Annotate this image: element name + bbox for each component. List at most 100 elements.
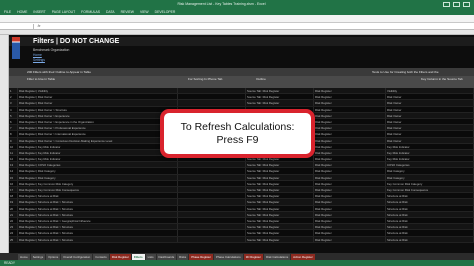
- ribbon-tab[interactable]: INSERT: [33, 10, 45, 14]
- table-cell[interactable]: Risk Register | COSO Categories: [18, 162, 178, 168]
- table-cell[interactable]: Structure at Risk: [386, 230, 474, 236]
- table-cell[interactable]: Risk Register: [314, 230, 386, 236]
- table-cell[interactable]: 16: [9, 180, 18, 186]
- sheet-tab[interactable]: Home: [18, 253, 30, 260]
- table-cell[interactable]: Source Tab: Risk Register: [246, 180, 314, 186]
- table-cell[interactable]: Source Tab: Risk Register: [246, 174, 314, 180]
- sheet-tab[interactable]: Settings: [30, 253, 46, 260]
- table-cell[interactable]: Risk Owner: [386, 118, 474, 125]
- table-cell[interactable]: Risk Register: [314, 112, 386, 118]
- table-cell[interactable]: Structure at Risk: [386, 199, 474, 205]
- table-cell[interactable]: Risk Register: [314, 118, 386, 125]
- sheet-tab[interactable]: Overall Configuration: [61, 253, 93, 260]
- table-cell[interactable]: 22: [9, 217, 18, 224]
- sheet-tab[interactable]: Risk Calculations: [264, 253, 291, 260]
- ribbon-tab[interactable]: REVIEW: [121, 10, 134, 14]
- table-cell[interactable]: 12: [9, 156, 18, 162]
- table-cell[interactable]: Risk Owner: [386, 137, 474, 143]
- table-cell[interactable]: [178, 211, 246, 217]
- table-cell[interactable]: Source Tab: Risk Register: [246, 236, 314, 242]
- table-cell[interactable]: [178, 236, 246, 242]
- table-cell[interactable]: Source Tab: Risk Register: [246, 162, 314, 168]
- table-cell[interactable]: 18: [9, 193, 18, 199]
- table-cell[interactable]: Risk Register | Structure at Risk: [18, 193, 178, 199]
- table-cell[interactable]: Structure at Risk: [386, 193, 474, 199]
- close-icon[interactable]: [463, 1, 470, 7]
- table-cell[interactable]: Source Tab: Risk Register: [246, 94, 314, 100]
- ribbon-tab[interactable]: VIEW: [140, 10, 149, 14]
- table-cell[interactable]: Source Tab: Risk Register: [246, 230, 314, 236]
- table-cell[interactable]: Risk Register: [314, 162, 386, 168]
- table-cell[interactable]: Risk Owner: [386, 112, 474, 118]
- sheet-tab[interactable]: Dashboards: [156, 253, 177, 260]
- table-cell[interactable]: Risk Register | Structure at Risk > Stru…: [18, 199, 178, 205]
- table-cell[interactable]: 15: [9, 174, 18, 180]
- table-cell[interactable]: Risk Register | Key Risk Indicator: [18, 149, 178, 156]
- table-cell[interactable]: Visibility: [386, 88, 474, 94]
- table-cell[interactable]: [178, 162, 246, 168]
- table-cell[interactable]: Risk Register | Risk Category: [18, 168, 178, 174]
- table-cell[interactable]: Structure at Risk: [386, 211, 474, 217]
- table-cell[interactable]: Risk Register | Structure at Risk > Stru…: [18, 224, 178, 230]
- table-cell[interactable]: 14: [9, 168, 18, 174]
- table-cell[interactable]: Structure at Risk: [386, 236, 474, 242]
- ribbon-tab[interactable]: PAGE LAYOUT: [52, 10, 75, 14]
- table-cell[interactable]: Risk Register: [314, 180, 386, 186]
- table-cell[interactable]: Risk Owner: [386, 131, 474, 137]
- table-cell[interactable]: 9: [9, 137, 18, 143]
- table-cell[interactable]: 21: [9, 211, 18, 217]
- sheet-tab[interactable]: Phase Calculations: [213, 253, 243, 260]
- table-cell[interactable]: Key Common Risk Category: [386, 180, 474, 186]
- table-cell[interactable]: Risk Register | Structure at Risk > Stru…: [18, 211, 178, 217]
- table-cell[interactable]: [178, 180, 246, 186]
- table-cell[interactable]: Source Tab: Risk Register: [246, 205, 314, 211]
- table-cell[interactable]: Risk Register: [314, 217, 386, 224]
- table-cell[interactable]: [178, 230, 246, 236]
- table-cell[interactable]: Risk Register: [314, 224, 386, 230]
- name-box[interactable]: [0, 23, 34, 29]
- table-cell[interactable]: 3: [9, 100, 18, 106]
- table-cell[interactable]: [178, 94, 246, 100]
- sheet-tab[interactable]: Options: [46, 253, 61, 260]
- table-cell[interactable]: Key Risk Indicator: [386, 156, 474, 162]
- table-cell[interactable]: [178, 224, 246, 230]
- table-cell[interactable]: Risk Register | Risk Owner > Conscious D…: [18, 137, 178, 143]
- sheet-tab[interactable]: Contacts: [93, 253, 109, 260]
- table-cell[interactable]: Key Risk Indicator: [386, 149, 474, 156]
- table-cell[interactable]: 8: [9, 131, 18, 137]
- table-cell[interactable]: 4: [9, 106, 18, 112]
- table-cell[interactable]: [178, 174, 246, 180]
- table-cell[interactable]: Risk Register | Risk Owner: [18, 94, 178, 100]
- table-cell[interactable]: Risk Register | Key Common Risk Conseque…: [18, 187, 178, 193]
- table-cell[interactable]: Risk Register | Structure at Risk > Geog…: [18, 217, 178, 224]
- table-cell[interactable]: 25: [9, 236, 18, 242]
- row-headers[interactable]: [0, 35, 9, 253]
- table-cell[interactable]: Risk Register: [314, 174, 386, 180]
- table-cell[interactable]: Risk Owner: [386, 106, 474, 112]
- table-cell[interactable]: Source Tab: Risk Register: [246, 168, 314, 174]
- table-cell[interactable]: Risk Register: [314, 137, 386, 143]
- table-cell[interactable]: Risk Register: [314, 106, 386, 112]
- table-cell[interactable]: 17: [9, 187, 18, 193]
- sheet-tab[interactable]: 3D Register: [243, 253, 263, 260]
- table-cell[interactable]: Structure at Risk: [386, 217, 474, 224]
- table-cell[interactable]: Risk Register | Structure at Risk > Stru…: [18, 205, 178, 211]
- ribbon-tab[interactable]: FORMULAS: [81, 10, 100, 14]
- sheet-tab[interactable]: Risks: [177, 253, 189, 260]
- table-cell[interactable]: [178, 217, 246, 224]
- table-cell[interactable]: Risk Register: [314, 236, 386, 242]
- table-cell[interactable]: Source Tab: Risk Register: [246, 193, 314, 199]
- table-cell[interactable]: Source Tab: Risk Register: [246, 100, 314, 106]
- table-cell[interactable]: Risk Register: [314, 88, 386, 94]
- table-cell[interactable]: Source Tab: Risk Register: [246, 224, 314, 230]
- sheet-tab[interactable]: Action Register: [291, 253, 315, 260]
- table-cell[interactable]: Risk Register: [314, 168, 386, 174]
- table-cell[interactable]: Source Tab: Risk Register: [246, 211, 314, 217]
- table-cell[interactable]: Risk Register: [314, 199, 386, 205]
- table-cell[interactable]: Risk Owner: [386, 100, 474, 106]
- table-cell[interactable]: Structure at Risk: [386, 224, 474, 230]
- table-cell[interactable]: 6: [9, 118, 18, 125]
- ribbon-tab[interactable]: FILE: [4, 10, 11, 14]
- table-cell[interactable]: Risk Register | Risk Owner > Experience: [18, 112, 178, 118]
- table-cell[interactable]: Risk Register: [314, 125, 386, 131]
